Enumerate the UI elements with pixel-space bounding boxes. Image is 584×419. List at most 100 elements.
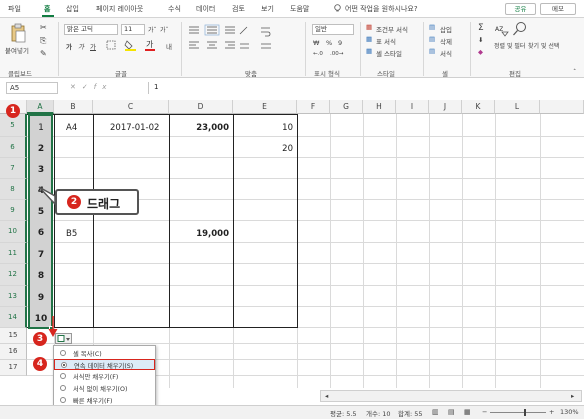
find-select-icon[interactable]	[512, 21, 528, 37]
tab-insert[interactable]: 삽입	[66, 4, 79, 14]
insert-cells-icon[interactable]: ▤	[429, 23, 435, 31]
cell-c5[interactable]: 2017-01-02	[110, 123, 159, 133]
insert-function-button[interactable]: fx	[94, 83, 113, 91]
tab-home[interactable]: 홈	[44, 4, 50, 14]
cell-a12[interactable]: 8	[28, 271, 54, 281]
conditional-format-icon[interactable]: ▦	[366, 23, 372, 31]
cell-a13[interactable]: 9	[28, 293, 54, 303]
name-box[interactable]: A5	[6, 82, 58, 94]
zoom-slider[interactable]	[490, 412, 546, 413]
italic-button[interactable]: 가	[78, 41, 84, 51]
accounting-format-icon[interactable]: ₩	[313, 39, 319, 47]
autosum-icon[interactable]: Σ	[478, 23, 484, 33]
column-header-l[interactable]: L	[495, 100, 540, 114]
row-header[interactable]: 6	[0, 137, 27, 158]
tell-me-search[interactable]: 어떤 작업을 원하시나요?	[345, 4, 418, 14]
cell-b10[interactable]: B5	[66, 229, 77, 239]
column-header-c[interactable]: C	[93, 100, 169, 114]
column-header-e[interactable]: E	[233, 100, 297, 114]
fill-icon[interactable]: ⬇	[478, 36, 483, 44]
fill-color-icon[interactable]	[124, 39, 138, 51]
cut-icon[interactable]: ✂	[40, 23, 47, 32]
cell-a10[interactable]: 6	[28, 228, 54, 238]
decrease-decimal-icon[interactable]: .00→	[330, 51, 343, 57]
percent-button[interactable]: %	[326, 39, 332, 47]
scroll-left-icon[interactable]: ◂	[325, 392, 328, 400]
row-header[interactable]: 16	[0, 344, 27, 360]
row-header[interactable]: 17	[0, 360, 27, 376]
wrap-text-icon[interactable]	[260, 24, 272, 50]
column-header-b[interactable]: B	[54, 100, 93, 114]
comma-button[interactable]: 9	[338, 39, 342, 47]
zoom-level[interactable]: 130%	[560, 408, 579, 416]
tab-formulas[interactable]: 수식	[168, 4, 181, 14]
cell-e5[interactable]: 10	[234, 123, 293, 133]
autofill-option-copy-cells[interactable]: 셀 복사(C)	[54, 348, 155, 359]
column-header-h[interactable]: H	[363, 100, 396, 114]
tab-review[interactable]: 검토	[232, 4, 245, 14]
shrink-font-icon[interactable]: 가ˇ	[160, 25, 169, 34]
tab-view[interactable]: 보기	[261, 4, 274, 14]
column-header-i[interactable]: I	[396, 100, 429, 114]
autofill-option-fill-without-formatting[interactable]: 서식 없이 채우기(O)	[54, 383, 155, 394]
column-header-f[interactable]: F	[297, 100, 330, 114]
table-format-button[interactable]: 표 서식	[376, 36, 396, 46]
cell-a11[interactable]: 7	[28, 250, 54, 260]
cell-d10[interactable]: 19,000	[170, 229, 229, 239]
page-break-view-icon[interactable]: ▦	[464, 408, 471, 416]
table-format-icon[interactable]: ▦	[366, 35, 372, 43]
font-size-select[interactable]: 11	[121, 24, 145, 35]
zoom-out-icon[interactable]: −	[482, 408, 487, 416]
sort-filter-button[interactable]: 정렬 및 필터	[494, 41, 525, 50]
clear-icon[interactable]: ◆	[478, 48, 483, 56]
collapse-ribbon-icon[interactable]: ˆ	[573, 68, 576, 76]
row-header[interactable]: 14	[0, 307, 27, 328]
tab-data[interactable]: 데이터	[196, 4, 215, 14]
format-cells-icon[interactable]: ▤	[429, 47, 435, 55]
column-header-g[interactable]: G	[330, 100, 363, 114]
cell-styles-button[interactable]: 셀 스타일	[376, 48, 402, 58]
format-painter-icon[interactable]: ✎	[40, 49, 47, 58]
tab-help[interactable]: 도움말	[290, 4, 309, 14]
delete-cells-button[interactable]: 삭제	[440, 36, 452, 46]
bold-button[interactable]: 가	[66, 41, 72, 51]
alignment-icons[interactable]	[187, 24, 251, 50]
grow-font-icon[interactable]: 가ˆ	[148, 25, 157, 34]
page-layout-view-icon[interactable]: ▤	[448, 408, 455, 416]
conditional-format-button[interactable]: 조건부 서식	[376, 24, 408, 34]
column-header-j[interactable]: J	[429, 100, 462, 114]
column-header-k[interactable]: K	[462, 100, 495, 114]
increase-decimal-icon[interactable]: ←.0	[313, 51, 323, 57]
zoom-in-icon[interactable]: +	[549, 408, 554, 416]
delete-cells-icon[interactable]: ▤	[429, 35, 435, 43]
cell-a7[interactable]: 3	[28, 165, 54, 175]
cell-a5[interactable]: 1	[28, 123, 54, 133]
confirm-entry-icon[interactable]: ✓	[82, 83, 94, 91]
row-header[interactable]: 8	[0, 179, 27, 200]
comments-button[interactable]: 메모	[540, 3, 576, 15]
column-header-d[interactable]: D	[169, 100, 233, 114]
cell-e6[interactable]: 20	[234, 144, 293, 154]
copy-icon[interactable]: ⎘	[40, 36, 46, 46]
sort-filter-icon[interactable]: AZ	[494, 22, 510, 38]
cell-a9[interactable]: 5	[28, 207, 54, 217]
row-header[interactable]: 7	[0, 158, 27, 179]
autofill-option-fill-series[interactable]: 연속 데이터 채우기(S)	[54, 359, 155, 370]
scroll-right-icon[interactable]: ▸	[571, 392, 574, 400]
cell-styles-icon[interactable]: ▦	[366, 47, 372, 55]
autofill-options-button[interactable]	[55, 333, 72, 344]
borders-icon[interactable]	[106, 40, 118, 50]
number-format-select[interactable]: 일반	[312, 24, 354, 35]
row-header[interactable]: 10	[0, 221, 27, 243]
autofill-option-fill-formatting[interactable]: 서식만 채우기(F)	[54, 371, 155, 382]
row-header[interactable]: 12	[0, 264, 27, 286]
tab-file[interactable]: 파일	[8, 4, 21, 14]
insert-cells-button[interactable]: 삽입	[440, 24, 452, 34]
underline-button[interactable]: 가	[90, 41, 96, 51]
cell-b5[interactable]: A4	[66, 123, 77, 133]
row-header[interactable]: 15	[0, 328, 27, 344]
row-header[interactable]: 9	[0, 200, 27, 221]
cancel-entry-icon[interactable]: ✕	[70, 83, 82, 91]
find-select-button[interactable]: 찾기 및 선택	[528, 41, 559, 50]
zoom-slider-thumb[interactable]	[524, 409, 526, 416]
